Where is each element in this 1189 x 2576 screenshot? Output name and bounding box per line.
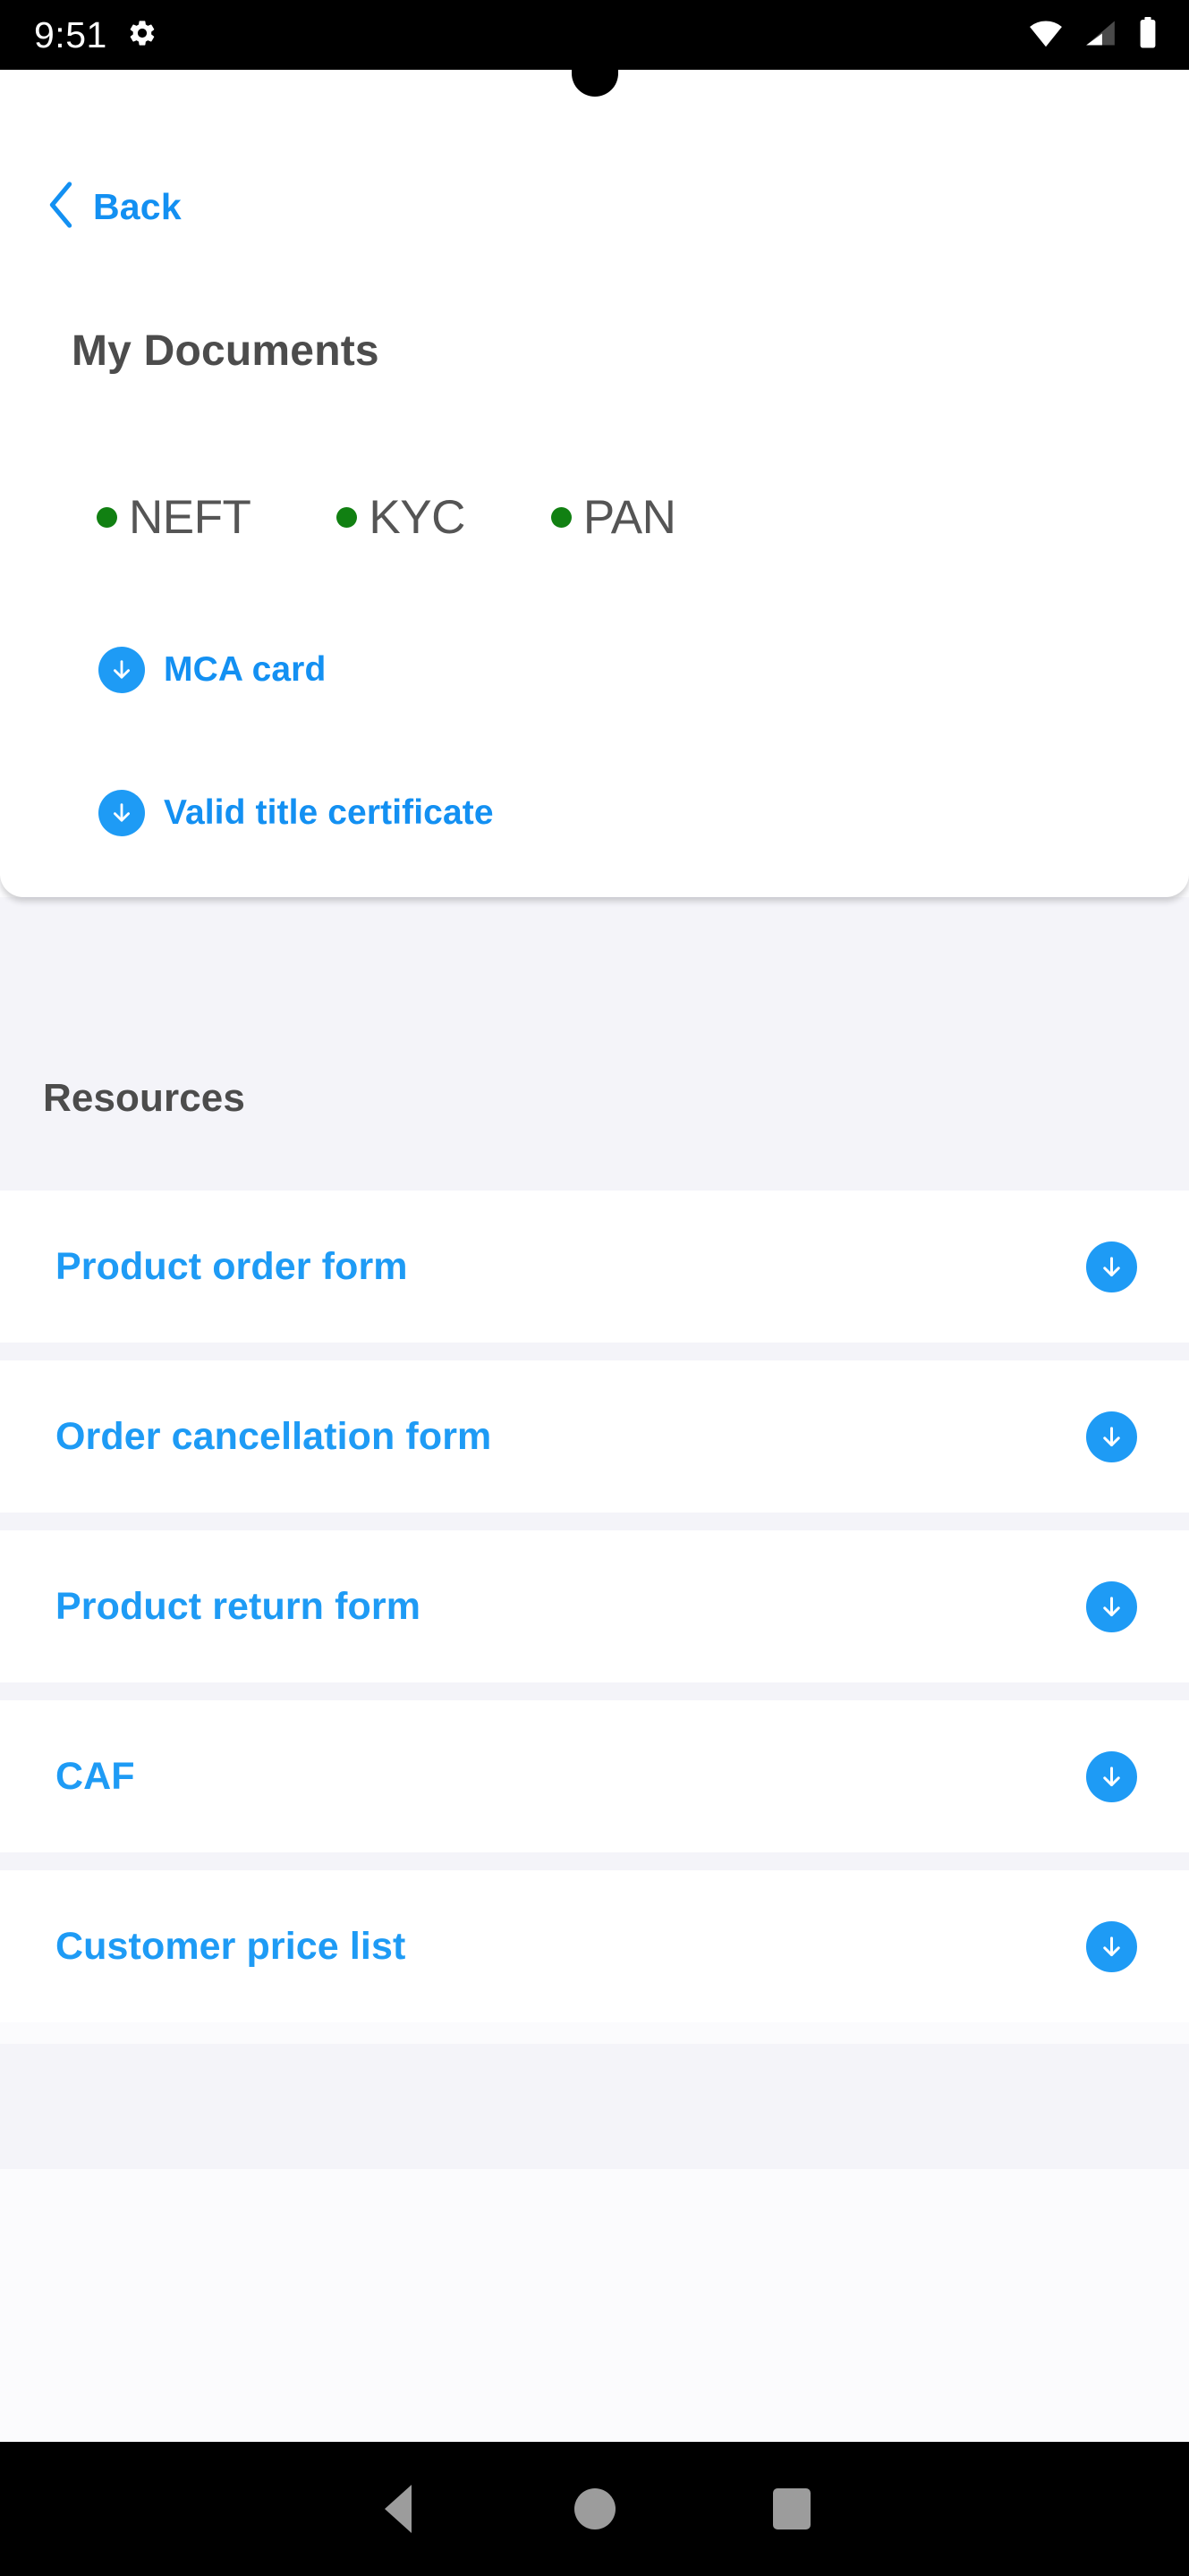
resource-label: Customer price list [55,1924,406,1968]
resource-row-product-order-form[interactable]: Product order form [0,1191,1189,1343]
status-bar-left: 9:51 [0,13,157,55]
resource-row-customer-price-list[interactable]: Customer price list [0,1870,1189,2022]
resources-heading: Resources [43,1076,245,1120]
resource-row-separator [0,1852,1189,1870]
download-link-mca-card[interactable]: MCA card [98,647,326,693]
download-link-label: MCA card [164,650,327,689]
status-bar-clock: 9:51 [34,13,107,55]
document-status-label: NEFT [129,491,251,544]
system-recents-button[interactable] [693,2488,890,2529]
document-status-kyc: KYC [336,490,465,545]
status-dot-icon [550,507,572,528]
resource-label: CAF [55,1754,135,1798]
wifi-icon [1028,19,1064,52]
cellular-signal-icon [1083,19,1117,52]
resource-label: Product order form [55,1244,408,1288]
download-circle-icon[interactable] [1086,1920,1137,1972]
system-navigation-bar [0,2442,1189,2576]
resource-label: Product return form [55,1584,421,1628]
bottom-empty-area [0,2169,1189,2442]
status-bar-right [1028,16,1189,54]
document-status-row: NEFT KYC PAN [97,490,676,545]
system-home-button[interactable] [497,2488,693,2529]
app-screen: 9:51 Back My Documents NEFT KYC PAN MCA … [0,0,1189,2576]
back-triangle-icon [384,2485,412,2533]
system-back-button[interactable] [300,2485,497,2533]
resource-row-separator [0,1682,1189,1700]
document-status-label: KYC [369,491,465,544]
download-circle-icon[interactable] [1086,1241,1137,1292]
download-circle-icon[interactable] [1086,1580,1137,1632]
back-button[interactable]: Back [47,181,182,233]
download-link-valid-title-certificate[interactable]: Valid title certificate [98,790,494,836]
resource-label: Order cancellation form [55,1414,492,1458]
bottom-spacer-band [0,2044,1189,2169]
back-button-label: Back [93,186,182,227]
recents-square-icon [772,2488,811,2529]
status-dot-icon [336,507,358,528]
resource-row-product-return-form[interactable]: Product return form [0,1530,1189,1682]
chevron-left-icon [47,181,75,233]
resource-row-caf[interactable]: CAF [0,1700,1189,1852]
document-status-label: PAN [582,491,676,544]
status-dot-icon [97,507,117,528]
resource-row-separator [0,1343,1189,1360]
download-circle-icon[interactable] [1086,1411,1137,1462]
resources-spacer [0,897,1189,1191]
status-bar: 9:51 [0,0,1189,70]
download-circle-icon[interactable] [1086,1750,1137,1802]
resource-row-order-cancellation-form[interactable]: Order cancellation form [0,1360,1189,1513]
download-circle-icon [98,647,145,693]
document-status-pan: PAN [550,490,676,545]
battery-icon [1137,16,1159,54]
home-circle-icon [573,2488,616,2529]
download-circle-icon [98,790,145,836]
my-documents-card: Back My Documents NEFT KYC PAN MCA card … [0,70,1189,897]
resource-row-separator [0,1513,1189,1530]
document-status-neft: NEFT [97,490,251,545]
gear-icon [127,18,157,53]
resources-list: Product order form Order cancellation fo… [0,1191,1189,2022]
download-link-label: Valid title certificate [164,793,494,832]
page-title: My Documents [72,327,379,375]
